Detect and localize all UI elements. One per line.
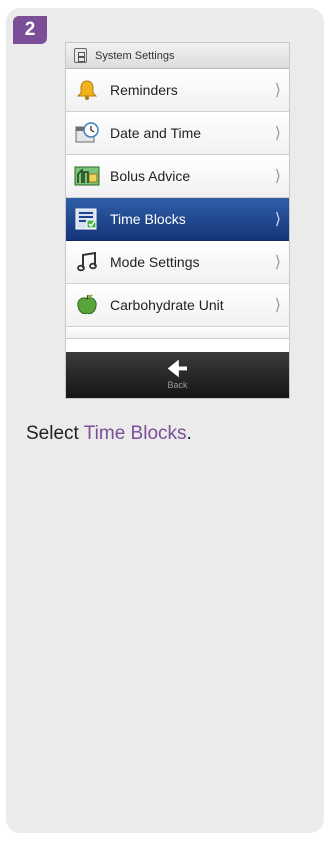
chevron-right-icon: ⟩ [274,125,281,142]
menu-item-label: Bolus Advice [110,168,191,184]
menu-item-carbohydrate-unit[interactable]: Carbohydrate Unit ⟩ [66,284,289,327]
menu-item-label: Time Blocks [110,211,186,227]
menu-item-reminders[interactable]: Reminders ⟩ [66,69,289,112]
chevron-right-icon: ⟩ [274,168,281,185]
instruction-card: 2 System Settings Reminders ⟩ Date and T… [6,8,324,833]
menu-item-mode-settings[interactable]: Mode Settings ⟩ [66,241,289,284]
chevron-right-icon: ⟩ [274,82,281,99]
bell-icon [74,77,100,103]
bolus-advice-icon [74,163,100,189]
instruction-prefix: Select [26,423,84,444]
time-blocks-icon [74,206,100,232]
chevron-right-icon: ⟩ [274,254,281,271]
menu-item-label: Date and Time [110,125,202,141]
menu-item-label: Mode Settings [110,254,200,270]
music-note-icon [74,249,100,275]
menu-item-date-and-time[interactable]: Date and Time ⟩ [66,112,289,155]
apple-icon [74,292,100,318]
instruction-suffix: . [186,423,192,444]
screen-title: System Settings [95,49,175,62]
menu-item-partial [66,327,289,339]
device-screen: System Settings Reminders ⟩ Date and Tim… [66,43,289,398]
chevron-right-icon: ⟩ [274,211,281,228]
menu-item-bolus-advice[interactable]: Bolus Advice ⟩ [66,155,289,198]
back-arrow-icon: 🠈 [167,356,188,381]
settings-menu: Reminders ⟩ Date and Time ⟩ Bolus Advice… [66,69,289,339]
menu-item-label: Carbohydrate Unit [110,297,224,313]
instruction-highlight: Time Blocks [83,423,187,444]
step-badge: 2 [13,16,47,44]
chevron-right-icon: ⟩ [274,297,281,314]
settings-panel-icon [74,48,87,63]
back-label: Back [167,380,188,390]
back-button[interactable]: 🠈 Back [66,352,289,398]
screen-header: System Settings [66,43,289,69]
instruction-text: Select Time Blocks. [26,423,192,445]
clock-icon [74,120,100,146]
menu-item-label: Reminders [110,82,178,98]
menu-item-time-blocks[interactable]: Time Blocks ⟩ [66,198,289,241]
